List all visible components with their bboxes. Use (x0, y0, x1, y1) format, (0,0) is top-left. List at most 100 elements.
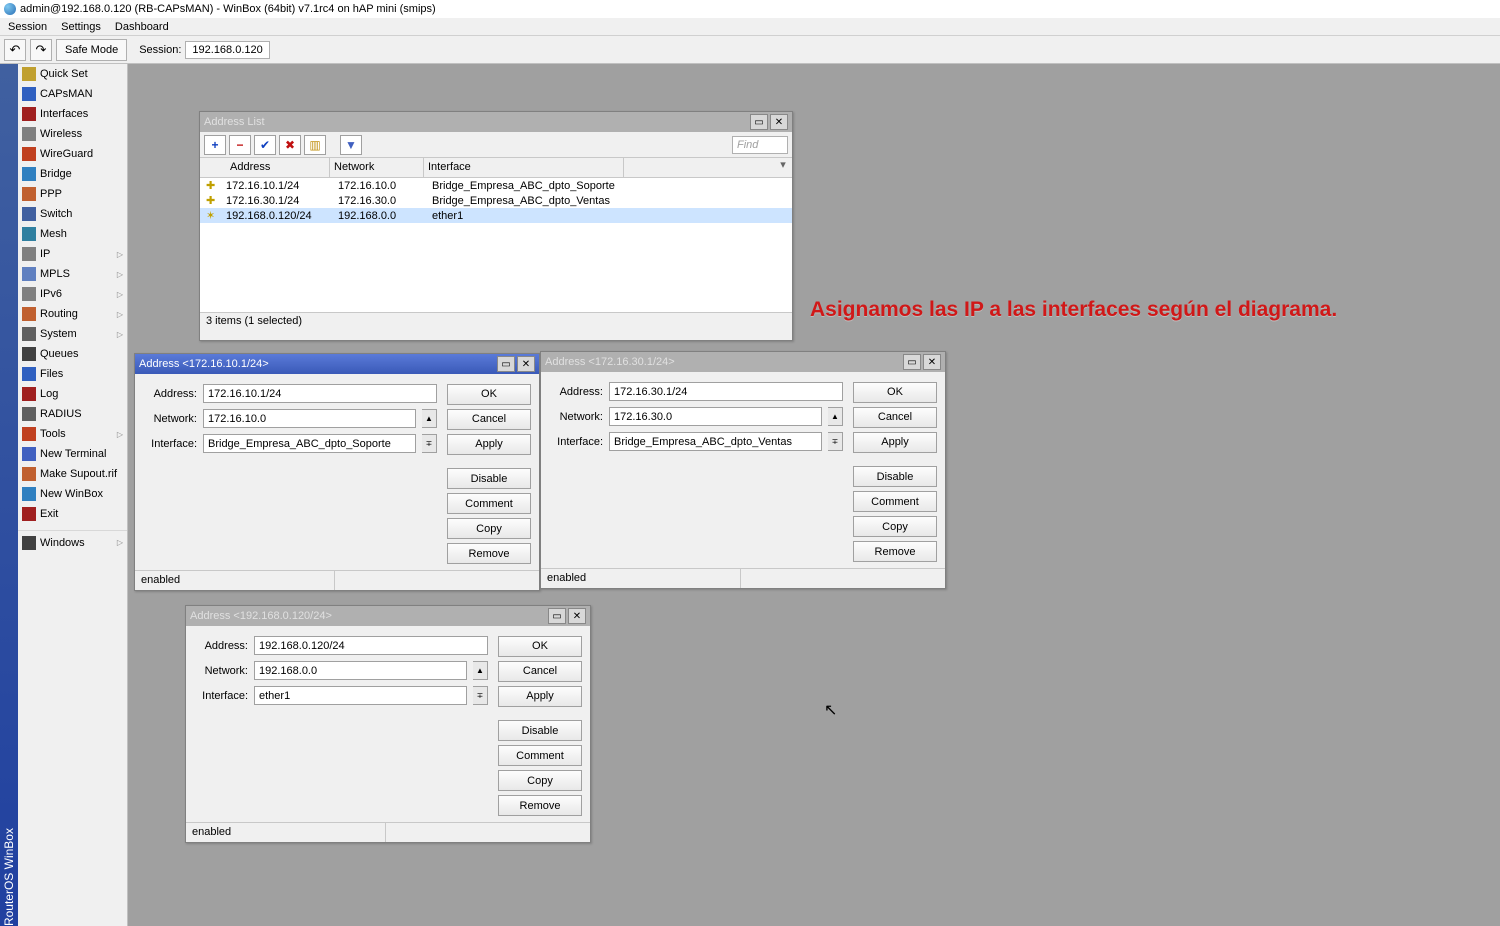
sidebar-label: Interfaces (40, 108, 88, 120)
dialog-titlebar[interactable]: Address <192.168.0.120/24> ▭ ✕ (186, 606, 590, 626)
comment-button[interactable]: Comment (447, 493, 531, 514)
find-input[interactable]: Find (732, 136, 788, 154)
column-header[interactable]: Network (330, 158, 424, 177)
table-row[interactable]: ✚172.16.30.1/24172.16.30.0Bridge_Empresa… (200, 193, 792, 208)
network-updown[interactable]: ▲ (422, 409, 437, 428)
close-button[interactable]: ✕ (923, 354, 941, 370)
column-header[interactable]: Interface (424, 158, 624, 177)
undo-button[interactable]: ↶ (4, 39, 26, 61)
apply-button[interactable]: Apply (498, 686, 582, 707)
interface-input[interactable] (254, 686, 467, 705)
menu-session[interactable]: Session (2, 19, 53, 35)
network-updown[interactable]: ▲ (828, 407, 843, 426)
sidebar-label: Log (40, 388, 58, 400)
sidebar-label: Windows (40, 537, 85, 549)
comment-button[interactable]: ▥ (304, 135, 326, 155)
redo-button[interactable]: ↷ (30, 39, 52, 61)
disable-button[interactable]: Disable (498, 720, 582, 741)
sidebar-item-routing[interactable]: Routing▷ (18, 304, 127, 324)
copy-button[interactable]: Copy (853, 516, 937, 537)
address-input[interactable] (609, 382, 843, 401)
sidebar-item-windows[interactable]: Windows▷ (18, 530, 127, 552)
safe-mode-button[interactable]: Safe Mode (56, 39, 127, 61)
sidebar-item-queues[interactable]: Queues (18, 344, 127, 364)
remove-button[interactable]: Remove (853, 541, 937, 562)
sidebar-item-bridge[interactable]: Bridge (18, 164, 127, 184)
address-label: Address: (143, 388, 197, 400)
remove-button[interactable]: − (229, 135, 251, 155)
ok-button[interactable]: OK (447, 384, 531, 405)
remove-button[interactable]: Remove (498, 795, 582, 816)
cancel-button[interactable]: Cancel (447, 409, 531, 430)
enable-button[interactable]: ✔ (254, 135, 276, 155)
minimize-button[interactable]: ▭ (497, 356, 515, 372)
sidebar-item-system[interactable]: System▷ (18, 324, 127, 344)
window-titlebar[interactable]: Address List ▭ ✕ (200, 112, 792, 132)
comment-button[interactable]: Comment (853, 491, 937, 512)
interface-dropdown[interactable]: ∓ (422, 434, 437, 453)
comment-button[interactable]: Comment (498, 745, 582, 766)
cell: 172.16.30.0 (334, 195, 428, 207)
sidebar-item-switch[interactable]: Switch (18, 204, 127, 224)
sidebar-item-make-supout-rif[interactable]: Make Supout.rif (18, 464, 127, 484)
remove-button[interactable]: Remove (447, 543, 531, 564)
sidebar-item-mesh[interactable]: Mesh (18, 224, 127, 244)
sidebar-item-new-winbox[interactable]: New WinBox (18, 484, 127, 504)
apply-button[interactable]: Apply (853, 432, 937, 453)
minimize-button[interactable]: ▭ (750, 114, 768, 130)
copy-button[interactable]: Copy (498, 770, 582, 791)
menubar: Session Settings Dashboard (0, 18, 1500, 36)
disable-button[interactable]: Disable (853, 466, 937, 487)
sidebar-item-ppp[interactable]: PPP (18, 184, 127, 204)
interface-dropdown[interactable]: ∓ (473, 686, 488, 705)
interface-input[interactable] (609, 432, 822, 451)
sidebar-item-capsman[interactable]: CAPsMAN (18, 84, 127, 104)
sidebar-item-tools[interactable]: Tools▷ (18, 424, 127, 444)
copy-button[interactable]: Copy (447, 518, 531, 539)
interface-dropdown[interactable]: ∓ (828, 432, 843, 451)
menu-dashboard[interactable]: Dashboard (109, 19, 175, 35)
sidebar-item-radius[interactable]: RADIUS (18, 404, 127, 424)
network-input[interactable] (254, 661, 467, 680)
apply-button[interactable]: Apply (447, 434, 531, 455)
sidebar-item-files[interactable]: Files (18, 364, 127, 384)
sidebar-item-mpls[interactable]: MPLS▷ (18, 264, 127, 284)
ok-button[interactable]: OK (498, 636, 582, 657)
close-button[interactable]: ✕ (568, 608, 586, 624)
close-button[interactable]: ✕ (770, 114, 788, 130)
sidebar-item-interfaces[interactable]: Interfaces (18, 104, 127, 124)
sidebar-item-wireless[interactable]: Wireless (18, 124, 127, 144)
disable-button[interactable]: Disable (447, 468, 531, 489)
address-input[interactable] (203, 384, 437, 403)
cancel-button[interactable]: Cancel (498, 661, 582, 682)
disable-button[interactable]: ✖ (279, 135, 301, 155)
network-updown[interactable]: ▲ (473, 661, 488, 680)
interface-input[interactable] (203, 434, 416, 453)
dialog-titlebar[interactable]: Address <172.16.30.1/24> ▭ ✕ (541, 352, 945, 372)
sidebar-item-ip[interactable]: IP▷ (18, 244, 127, 264)
vertical-tab[interactable]: RouterOS WinBox (0, 64, 18, 926)
sidebar-item-quick-set[interactable]: Quick Set (18, 64, 127, 84)
menu-settings[interactable]: Settings (55, 19, 107, 35)
add-button[interactable]: + (204, 135, 226, 155)
address-input[interactable] (254, 636, 488, 655)
network-input[interactable] (609, 407, 822, 426)
columns-menu-icon[interactable]: ▾ (774, 158, 792, 177)
sidebar-item-wireguard[interactable]: WireGuard (18, 144, 127, 164)
minimize-button[interactable]: ▭ (548, 608, 566, 624)
sidebar-item-new-terminal[interactable]: New Terminal (18, 444, 127, 464)
column-header[interactable]: Address (226, 158, 330, 177)
table-row[interactable]: ✶192.168.0.120/24192.168.0.0ether1 (200, 208, 792, 223)
sidebar-item-log[interactable]: Log (18, 384, 127, 404)
ok-button[interactable]: OK (853, 382, 937, 403)
dialog-titlebar[interactable]: Address <172.16.10.1/24> ▭ ✕ (135, 354, 539, 374)
cancel-button[interactable]: Cancel (853, 407, 937, 428)
filter-button[interactable]: ▼ (340, 135, 362, 155)
sidebar-item-exit[interactable]: Exit (18, 504, 127, 524)
sidebar-item-ipv6[interactable]: IPv6▷ (18, 284, 127, 304)
close-button[interactable]: ✕ (517, 356, 535, 372)
minimize-button[interactable]: ▭ (903, 354, 921, 370)
network-input[interactable] (203, 409, 416, 428)
table-row[interactable]: ✚172.16.10.1/24172.16.10.0Bridge_Empresa… (200, 178, 792, 193)
sidebar-label: New Terminal (40, 448, 106, 460)
